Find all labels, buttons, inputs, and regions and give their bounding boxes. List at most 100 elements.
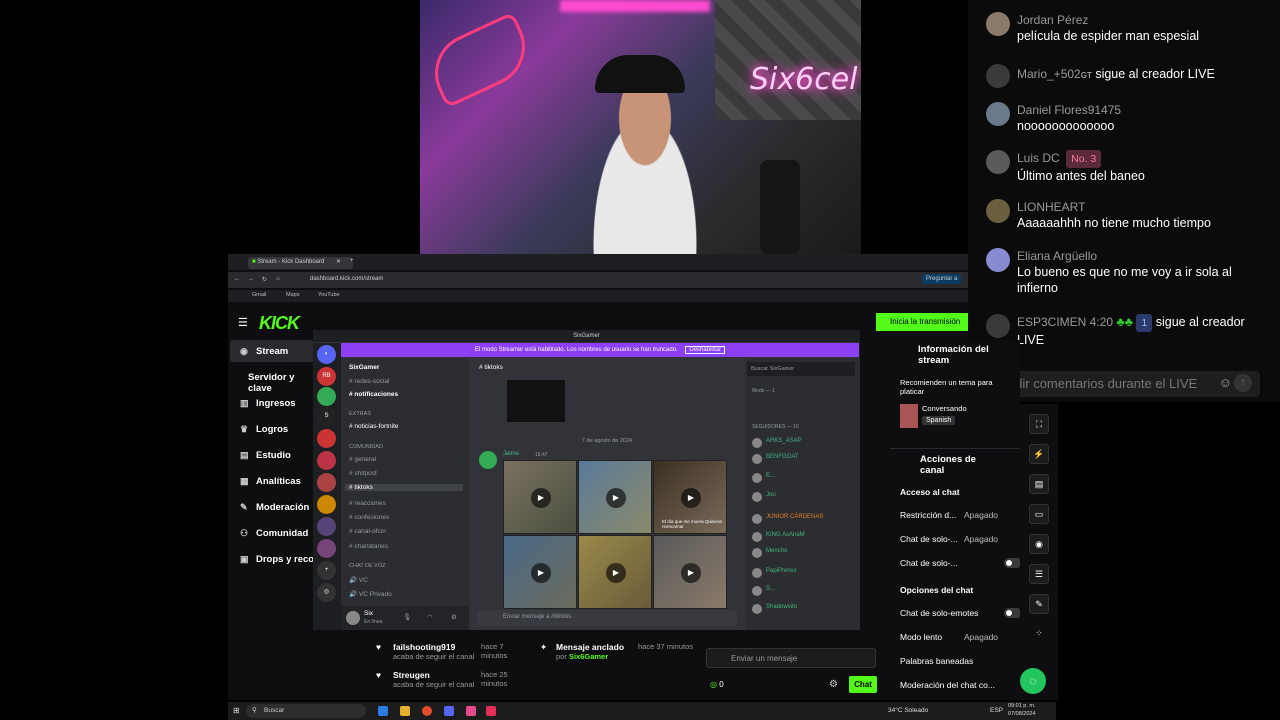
server-icon[interactable] [317,495,336,514]
member-item[interactable]: ARKS_ASAP [752,438,802,448]
voice-channel[interactable]: 🔊 VC Privado [349,590,392,598]
channel-item[interactable]: # charlatanes [349,543,388,550]
chat-moderation-setting[interactable]: Moderación del chat co... [900,680,995,690]
member-item[interactable]: Mencho [752,548,787,558]
apps-icon[interactable]: ⁘ [1029,624,1049,644]
list-icon[interactable]: ☰ [1029,564,1049,584]
server-icon[interactable]: S [317,407,336,426]
emoji-icon[interactable]: ☺ [1219,375,1232,390]
channel-item[interactable]: # noticias-fortnite [349,423,399,430]
nav-logros[interactable]: ♛ Logros [240,424,288,435]
chat-bubble-icon[interactable]: ▭ [1029,504,1049,524]
bookmark-gmail[interactable]: Gmail [252,292,266,298]
bookmark-maps[interactable]: Maps [286,292,299,298]
discord-home-icon[interactable]: ◐ [317,345,336,364]
channel-item[interactable]: # reacciones [349,500,386,507]
server-icon[interactable] [317,517,336,536]
category-header[interactable]: CHAT DE VOZ [349,563,385,569]
member-item[interactable]: KING AsAnaM [752,532,805,542]
category-header[interactable]: COMUNIDAD [349,444,383,450]
channel-item[interactable]: # notificaciones [349,391,398,398]
server-icon[interactable] [317,429,336,448]
video-thumbnail[interactable]: ▶ El día que me muera Quisiera reencarnar [653,460,727,534]
clock-time[interactable]: 09:01 p. m. [1008,703,1036,709]
chrome-icon[interactable] [422,706,432,716]
chat-send-button[interactable]: Chat [849,676,877,693]
video-thumbnail[interactable]: ▶ [653,535,727,609]
bookmark-youtube[interactable]: YouTube [318,292,340,298]
video-thumbnail[interactable]: ▶ [578,460,652,534]
member-item[interactable]: Jou [752,492,776,502]
disable-button[interactable]: Deshabilitar [685,346,726,354]
voice-channel[interactable]: 🔊 VC [349,576,368,584]
clock-date[interactable]: 07/08/2024 [1008,711,1036,717]
solo-chat-setting[interactable]: Chat de solo-... Apagado [900,534,1020,544]
channel-item[interactable]: # canal-ofcin [349,528,386,535]
start-stream-button[interactable]: Inicia la transmisión [876,313,968,331]
member-item[interactable]: E... [752,473,775,483]
headphones-icon[interactable]: ◠ [427,613,433,621]
broadcast-icon[interactable]: ◉ [1029,534,1049,554]
channel-item-active[interactable]: # tiktoks [345,484,463,491]
back-icon[interactable]: ← [234,276,240,282]
forward-icon[interactable]: → [248,276,254,282]
expand-icon[interactable]: ⛶ [1029,414,1049,434]
taskbar-app-icon[interactable] [466,706,476,716]
add-server-icon[interactable]: + [317,561,336,580]
video-thumbnail[interactable]: ▶ [578,535,652,609]
video-thumbnail[interactable]: ▶ [503,460,577,534]
settings-icon[interactable]: ⚙ [451,613,457,621]
previous-media[interactable] [507,380,565,422]
settings-icon[interactable]: ⚙ [829,679,838,690]
wrench-icon[interactable]: ✎ [1029,594,1049,614]
taskbar-app-icon[interactable] [486,706,496,716]
comment-input[interactable]: Añadir comentarios durante el LIVE ☺ ↑ [978,371,1260,397]
ask-button[interactable]: Preguntar a [922,274,962,284]
hamburger-icon[interactable]: ☰ [238,316,248,329]
server-icon[interactable] [317,387,336,406]
support-chat-icon[interactable]: ◌ [1020,668,1046,694]
message-input[interactable]: Enviar mensaje a #tiktoks [477,610,737,626]
server-icon[interactable] [317,473,336,492]
taskbar-app-icon[interactable] [378,706,388,716]
lightning-icon[interactable]: ⚡ [1029,444,1049,464]
server-icon[interactable] [317,539,336,558]
language-indicator[interactable]: ESP [990,707,1003,714]
nav-analiticas[interactable]: ▦ Analíticas [240,476,301,487]
nav-estudio[interactable]: ▤ Estudio [240,450,291,461]
member-item[interactable]: JUNIOR CÁRDENAS [752,514,823,524]
server-icon[interactable]: RB [317,367,336,386]
video-thumbnail[interactable]: ▶ [503,535,577,609]
weather[interactable]: 34°C Soleado [888,707,928,714]
document-icon[interactable]: ▤ [1029,474,1049,494]
home-icon[interactable]: ⌂ [276,276,280,282]
discord-search[interactable]: Buscar SixGamer [747,362,855,376]
channel-item[interactable]: # shitpost [349,470,377,477]
nav-server-key[interactable]: Servidor y clave [248,372,316,394]
category-header[interactable]: EXTRAS [349,411,371,417]
member-item[interactable]: Shadowsito [752,604,797,614]
slow-mode-setting[interactable]: Modo lento Apagado [900,632,1020,642]
member-item[interactable]: BENFGOAT [752,454,799,464]
channel-item[interactable]: # confesiones [349,514,389,521]
taskbar-search[interactable]: ⚲ Buscar [246,704,366,718]
server-icon[interactable] [317,451,336,470]
member-item[interactable]: S... [752,586,775,596]
start-icon[interactable]: ⊞ [233,706,240,715]
discord-icon[interactable] [444,706,454,716]
channel-item[interactable]: # general [349,456,376,463]
nav-ingresos[interactable]: ▥ Ingresos [240,398,296,409]
restriction-setting[interactable]: Restricción d... Apagado [900,510,1020,520]
banned-words-setting[interactable]: Palabras baneadas [900,656,973,666]
channel-item[interactable]: # redes-social [349,378,389,385]
folder-icon[interactable] [400,706,410,716]
close-tab-icon[interactable]: ✕ [336,258,341,265]
nav-moderacion[interactable]: ✎ Moderación [240,502,309,513]
reload-icon[interactable]: ↻ [262,276,267,283]
mic-icon[interactable]: 🎙 [403,613,411,621]
url-field[interactable]: dashboard.kick.com/stream [310,276,383,282]
member-item[interactable]: PapiPrenxx [752,568,797,578]
kick-logo[interactable]: KICK [259,313,300,334]
send-arrow-icon[interactable]: ↑ [1234,374,1252,392]
nav-stream[interactable]: ◉ Stream [240,346,288,357]
